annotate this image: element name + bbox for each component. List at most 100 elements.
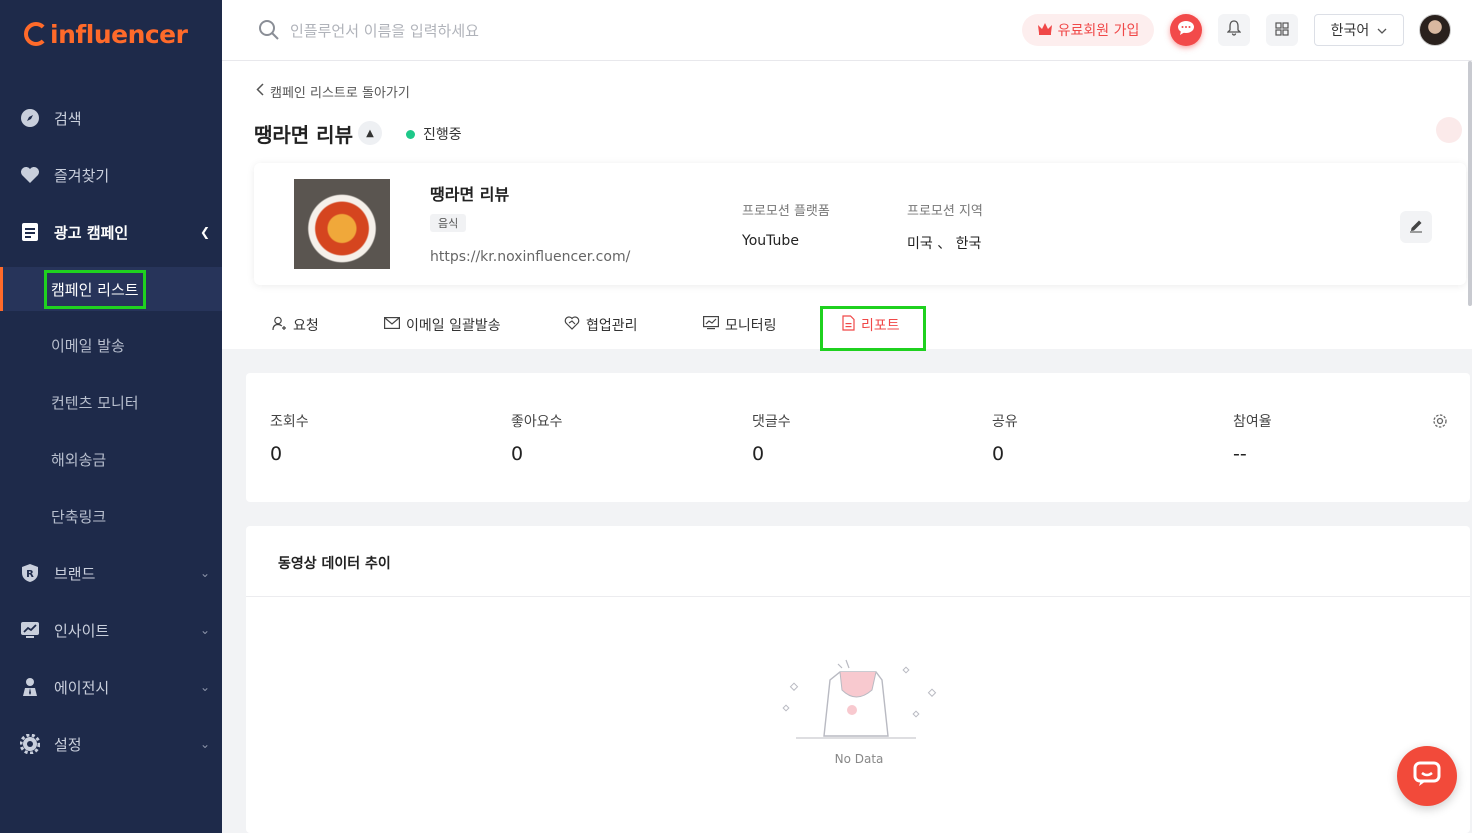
- sidebar-subitem-label: 단축링크: [51, 507, 107, 526]
- tab-label: 협업관리: [586, 318, 638, 334]
- chevron-down-icon: [1377, 22, 1387, 38]
- stat-comments-label: 댓글수: [752, 414, 791, 430]
- premium-label: 유료회원 가입: [1057, 23, 1140, 39]
- premium-signup-button[interactable]: 유료회원 가입: [1022, 14, 1154, 46]
- back-to-campaign-list-link[interactable]: 캠페인 리스트로 돌아가기: [256, 82, 410, 101]
- campaign-category-tag: 음식: [430, 214, 467, 232]
- sidebar-subitem-campaign-list[interactable]: 캠페인 리스트: [0, 267, 222, 311]
- handshake-icon: [564, 316, 580, 334]
- sidebar-subitem-shortlink[interactable]: 단축링크: [0, 494, 222, 538]
- chat-bubble-icon: [1412, 760, 1442, 792]
- stat-views-value: 0: [270, 443, 283, 465]
- sidebar-item-label: 즐겨찾기: [54, 166, 110, 185]
- notification-button[interactable]: [1218, 14, 1250, 46]
- stat-comments-value: 0: [752, 443, 765, 465]
- stat-engagement-label: 참여율: [1233, 414, 1272, 430]
- collapse-button[interactable]: ▲: [358, 121, 382, 145]
- sidebar-subitem-content-monitor[interactable]: 컨텐츠 모니터: [0, 380, 222, 424]
- shield-icon: R: [20, 563, 40, 583]
- chevron-down-icon: ⌄: [199, 680, 210, 694]
- divider: [246, 596, 1470, 597]
- status-label: 진행중: [423, 127, 462, 143]
- sidebar-item-search[interactable]: 검색: [0, 98, 222, 138]
- heart-icon: [20, 165, 40, 185]
- page-title: 땡라면 리뷰: [254, 123, 353, 147]
- sidebar-item-label: 인사이트: [54, 621, 110, 640]
- scrollbar[interactable]: [1468, 61, 1472, 306]
- rocket-icon[interactable]: [1436, 117, 1462, 143]
- campaign-name: 땡라면 리뷰: [430, 185, 510, 204]
- agent-icon: [20, 677, 40, 697]
- crown-icon: [1037, 22, 1053, 39]
- region-value: 미국 、 한국: [907, 236, 982, 252]
- platform-value: YouTube: [742, 233, 799, 249]
- sidebar-item-label: 설정: [54, 735, 82, 754]
- chevron-down-icon: ⌄: [199, 623, 210, 637]
- sidebar-item-insight[interactable]: 인사이트 ⌄: [0, 610, 222, 650]
- mail-icon: [384, 317, 401, 333]
- sidebar-item-agency[interactable]: 에이전시 ⌄: [0, 667, 222, 707]
- sidebar-item-settings[interactable]: 설정 ⌄: [0, 724, 222, 764]
- sidebar-item-label: 광고 캠페인: [54, 223, 129, 242]
- campaign-header: 캠페인 리스트로 돌아가기 땡라면 리뷰 ▲ 진행중 땡라면 리뷰 음식 htt…: [222, 61, 1472, 351]
- language-select[interactable]: 한국어: [1314, 14, 1404, 46]
- tab-request[interactable]: 요청: [272, 313, 319, 337]
- tab-label: 요청: [293, 318, 319, 334]
- chevron-down-icon: ⌄: [199, 737, 210, 751]
- search-input[interactable]: [290, 18, 690, 44]
- stat-shares-label: 공유: [992, 414, 1018, 430]
- region-label: 프로모션 지역: [907, 204, 983, 219]
- bell-icon: [1226, 20, 1242, 40]
- triangle-up-icon: ▲: [366, 127, 374, 139]
- sidebar-item-ad-campaign[interactable]: 광고 캠페인 ❮: [0, 212, 222, 252]
- back-label: 캠페인 리스트로 돌아가기: [270, 86, 410, 101]
- sidebar-subitem-remittance[interactable]: 해외송금: [0, 437, 222, 481]
- campaign-thumbnail: [294, 179, 390, 269]
- platform-label: 프로모션 플랫폼: [742, 204, 830, 219]
- tab-report-highlight: [820, 306, 926, 351]
- sidebar-subitem-label: 컨텐츠 모니터: [51, 393, 139, 412]
- language-value: 한국어: [1330, 23, 1370, 39]
- settings-gear-icon[interactable]: [1432, 413, 1448, 433]
- logo-mark-icon: [24, 22, 48, 46]
- tab-label: 모니터링: [725, 318, 777, 334]
- stat-likes-label: 좋아요수: [511, 414, 563, 430]
- user-avatar[interactable]: [1419, 14, 1451, 46]
- chat-bubble-icon: [1177, 20, 1195, 40]
- stat-shares-value: 0: [992, 443, 1005, 465]
- pencil-icon: [1409, 218, 1423, 237]
- apps-button[interactable]: [1266, 14, 1298, 46]
- chevron-left-icon: [256, 83, 264, 100]
- svg-text:R: R: [26, 569, 34, 580]
- sidebar-item-label: 브랜드: [54, 564, 96, 583]
- tab-collaboration[interactable]: 협업관리: [564, 313, 638, 337]
- status-dot-icon: [406, 129, 415, 139]
- trend-title: 동영상 데이터 추이: [278, 556, 391, 572]
- grid-icon: [1275, 21, 1289, 40]
- chevron-left-icon: ❮: [199, 225, 210, 239]
- tab-monitoring[interactable]: 모니터링: [703, 313, 777, 337]
- campaign-info-card: 땡라면 리뷰 음식 https://kr.noxinfluencer.com/ …: [254, 163, 1466, 285]
- brand-logo[interactable]: influencer: [24, 14, 188, 54]
- gear-icon: [20, 734, 40, 754]
- sidebar-item-brand[interactable]: R 브랜드 ⌄: [0, 553, 222, 593]
- sidebar-subitem-label: 캠페인 리스트: [44, 269, 146, 309]
- sidebar: influencer 검색 즐겨찾기 광고 캠페인 ❮ 캠페인 리스트 이메일 …: [0, 0, 222, 833]
- chevron-down-icon: ⌄: [199, 566, 210, 580]
- sidebar-item-label: 검색: [54, 109, 82, 128]
- edit-campaign-button[interactable]: [1400, 211, 1432, 243]
- campaign-url[interactable]: https://kr.noxinfluencer.com/: [430, 249, 630, 265]
- monitor-chart-icon: [703, 316, 720, 334]
- logo-text: influencer: [50, 19, 188, 49]
- sidebar-item-label: 에이전시: [54, 678, 110, 697]
- sidebar-item-favorites[interactable]: 즐겨찾기: [0, 155, 222, 195]
- help-chat-button[interactable]: [1397, 746, 1457, 806]
- tab-bulk-email[interactable]: 이메일 일괄발송: [384, 313, 501, 337]
- status-badge: 진행중: [406, 124, 462, 144]
- search-icon[interactable]: [258, 19, 280, 45]
- chat-button[interactable]: [1170, 14, 1202, 46]
- sidebar-subitem-email[interactable]: 이메일 발송: [0, 323, 222, 367]
- chart-monitor-icon: [20, 620, 40, 640]
- sidebar-subitem-label: 해외송금: [51, 450, 107, 469]
- user-add-icon: [272, 316, 287, 335]
